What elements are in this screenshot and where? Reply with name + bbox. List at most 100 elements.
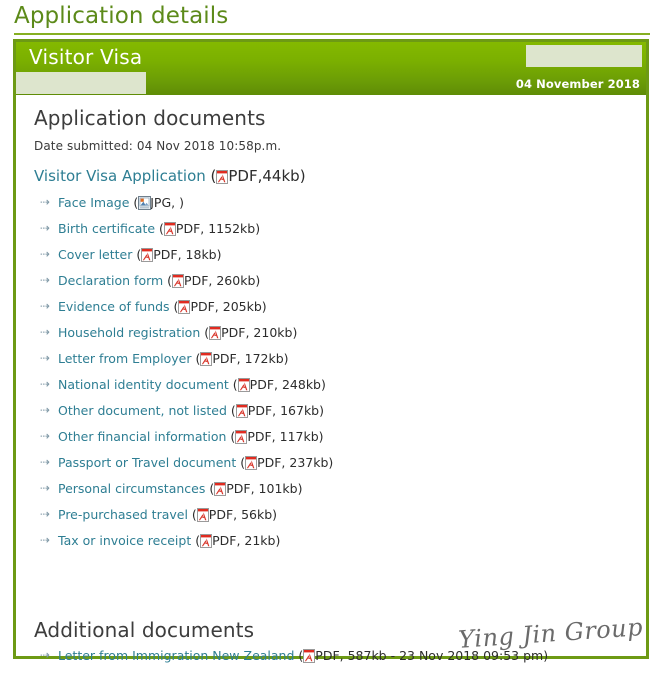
open-paren: ( bbox=[226, 403, 236, 418]
pdf-icon bbox=[235, 430, 248, 444]
pdf-icon bbox=[216, 170, 229, 184]
pdf-icon bbox=[163, 222, 176, 236]
jpg-icon bbox=[138, 196, 152, 210]
pdf-icon bbox=[245, 456, 258, 470]
document-meta: PDF, 18kb) bbox=[153, 247, 222, 262]
main-doc-filesize: 44kb bbox=[262, 167, 300, 185]
header-date: 04 November 2018 bbox=[515, 77, 640, 91]
document-meta: PDF, 237kb) bbox=[257, 455, 334, 470]
open-paren: ( bbox=[187, 507, 197, 522]
document-meta: PDF, 205kb) bbox=[190, 299, 267, 314]
arrow-bullet-icon: ⇢ bbox=[40, 221, 51, 235]
additional-documents-heading: Additional documents bbox=[34, 618, 255, 642]
arrow-bullet-icon: ⇢ bbox=[40, 351, 51, 365]
pdf-icon bbox=[303, 649, 316, 663]
redacted-applicant-field bbox=[16, 72, 146, 94]
open-paren: ( bbox=[200, 325, 210, 340]
pdf-icon bbox=[200, 352, 213, 366]
list-item: ⇢ Passport or Travel document ( PDF, 237kb… bbox=[30, 455, 632, 470]
visa-type-title: Visitor Visa bbox=[29, 45, 143, 69]
application-details-panel: Visitor Visa 04 November 2018 Applicatio… bbox=[13, 39, 649, 663]
arrow-bullet-icon: ⇢ bbox=[40, 507, 51, 521]
list-item: ⇢ Declaration form ( PDF, 260kb) bbox=[30, 273, 632, 288]
pdf-icon bbox=[235, 404, 248, 418]
pdf-icon bbox=[178, 300, 191, 314]
pdf-icon bbox=[172, 274, 185, 288]
arrow-bullet-icon: ⇢ bbox=[40, 403, 51, 417]
open-paren: ( bbox=[169, 299, 179, 314]
open-paren: ( bbox=[191, 351, 201, 366]
title-divider bbox=[14, 33, 650, 35]
document-link[interactable]: Passport or Travel document bbox=[58, 455, 236, 470]
document-link[interactable]: Tax or invoice receipt bbox=[58, 533, 191, 548]
open-paren: ( bbox=[226, 429, 236, 444]
document-link[interactable]: Other financial information bbox=[58, 429, 226, 444]
open-paren: ( bbox=[129, 195, 139, 210]
additional-documents-list: ⇢ Letter from Immigration New Zealand ( PD… bbox=[30, 648, 632, 663]
open-paren: ( bbox=[191, 533, 201, 548]
arrow-bullet-icon: ⇢ bbox=[40, 455, 51, 469]
document-link[interactable]: Letter from Employer bbox=[58, 351, 191, 366]
date-submitted-value: 04 Nov 2018 10:58p.m. bbox=[136, 139, 282, 153]
document-meta: PDF, 1152kb) bbox=[175, 221, 261, 236]
document-meta: PDF, 101kb) bbox=[226, 481, 303, 496]
list-item: ⇢ Cover letter ( PDF, 18kb) bbox=[30, 247, 632, 262]
date-submitted-label: Date submitted: bbox=[34, 139, 133, 153]
main-application-document-link[interactable]: Visitor Visa Application bbox=[34, 167, 206, 185]
document-meta: PDF, 117kb) bbox=[247, 429, 324, 444]
open-paren: ( bbox=[163, 273, 173, 288]
pdf-icon bbox=[196, 508, 209, 522]
arrow-bullet-icon: ⇢ bbox=[40, 299, 51, 313]
arrow-bullet-icon: ⇢ bbox=[40, 195, 51, 209]
document-meta: PDF, 210kb) bbox=[221, 325, 298, 340]
document-link[interactable]: Pre-purchased travel bbox=[58, 507, 188, 522]
list-item: ⇢ Birth certificate ( PDF, 1152kb) bbox=[30, 221, 632, 236]
document-meta: PDF, 172kb) bbox=[212, 351, 289, 366]
document-link[interactable]: Declaration form bbox=[58, 273, 163, 288]
document-link[interactable]: National identity document bbox=[58, 377, 229, 392]
list-item: ⇢ Tax or invoice receipt (PDF, 21kb) bbox=[30, 533, 632, 548]
list-item: ⇢ Letter from Employer ( PDF, 172kb) bbox=[30, 351, 632, 366]
list-item: ⇢ Other financial information (PDF, 117kb… bbox=[30, 429, 632, 444]
document-meta: PDF, 587kb - 23 Nov 2018 09:53 pm) bbox=[315, 648, 549, 663]
document-link[interactable]: Evidence of funds bbox=[58, 299, 170, 314]
page-title: Application details bbox=[14, 3, 229, 29]
open-paren: ( bbox=[294, 648, 304, 663]
pdf-icon bbox=[209, 326, 222, 340]
arrow-bullet-icon: ⇢ bbox=[40, 533, 51, 547]
main-doc-filetype: PDF, bbox=[228, 167, 263, 185]
document-link[interactable]: Cover letter bbox=[58, 247, 132, 262]
document-meta: PDF, 260kb) bbox=[184, 273, 261, 288]
document-link[interactable]: Birth certificate bbox=[58, 221, 155, 236]
list-item: ⇢ Face Image (JPG, ) bbox=[30, 195, 632, 210]
arrow-bullet-icon: ⇢ bbox=[40, 648, 51, 662]
document-link[interactable]: Face Image bbox=[58, 195, 129, 210]
list-item: ⇢ Household registration (PDF, 210kb) bbox=[30, 325, 632, 340]
list-item: ⇢ Pre-purchased travel ( PDF, 56kb) bbox=[30, 507, 632, 522]
open-paren: ( bbox=[228, 377, 238, 392]
document-link[interactable]: Personal circumstances bbox=[58, 481, 205, 496]
pdf-icon bbox=[141, 248, 154, 262]
panel-body: Application documents Date submitted: 04… bbox=[16, 106, 646, 667]
arrow-bullet-icon: ⇢ bbox=[40, 247, 51, 261]
panel-header: Visitor Visa 04 November 2018 bbox=[16, 39, 646, 95]
pdf-icon bbox=[200, 534, 213, 548]
document-link[interactable]: Other document, not listed bbox=[58, 403, 227, 418]
document-link[interactable]: Letter from Immigration New Zealand bbox=[58, 648, 294, 663]
document-meta: PDF, 167kb) bbox=[247, 403, 324, 418]
document-meta: PDF, 56kb) bbox=[208, 507, 278, 522]
open-paren: ( bbox=[132, 247, 142, 262]
list-item: ⇢ Evidence of funds ( PDF, 205kb) bbox=[30, 299, 632, 314]
list-item: ⇢ National identity document (PDF, 248kb) bbox=[30, 377, 632, 392]
list-item: ⇢ Other document, not listed ( PDF, 167kb) bbox=[30, 403, 632, 418]
main-application-document-row: Visitor Visa Application ( PDF,44kb) bbox=[34, 167, 632, 185]
arrow-bullet-icon: ⇢ bbox=[40, 273, 51, 287]
open-paren: ( bbox=[236, 455, 246, 470]
date-submitted: Date submitted: 04 Nov 2018 10:58p.m. bbox=[34, 139, 632, 153]
document-link[interactable]: Household registration bbox=[58, 325, 200, 340]
arrow-bullet-icon: ⇢ bbox=[40, 481, 51, 495]
arrow-bullet-icon: ⇢ bbox=[40, 377, 51, 391]
application-documents-list: ⇢ Face Image (JPG, ) ⇢ Birth certificate (P… bbox=[30, 195, 632, 548]
list-item: ⇢ Personal circumstances (PDF, 101kb) bbox=[30, 481, 632, 496]
open-paren: ( bbox=[155, 221, 164, 236]
